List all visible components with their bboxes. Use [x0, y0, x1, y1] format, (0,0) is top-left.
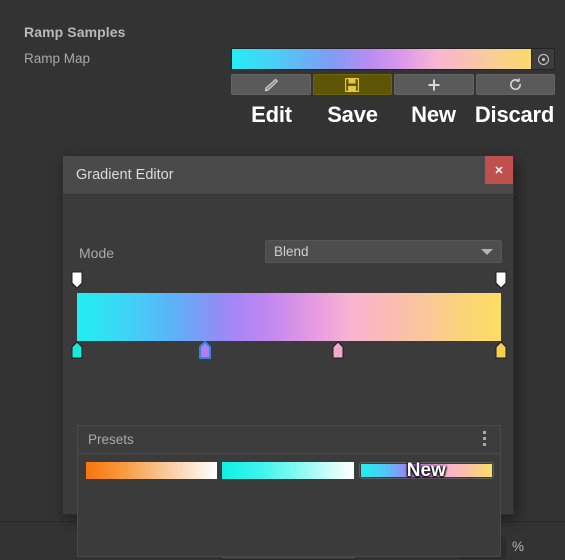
- floppy-disk-icon: [345, 77, 360, 92]
- caption-discard: Discard: [474, 102, 555, 127]
- color-stop-marker[interactable]: [199, 341, 212, 359]
- refresh-icon: [509, 77, 521, 90]
- alpha-stop-track[interactable]: [71, 271, 507, 293]
- ramp-map-object-picker-button[interactable]: [531, 49, 554, 69]
- mode-dropdown[interactable]: Blend: [265, 240, 502, 263]
- preset-item[interactable]: New: [358, 460, 494, 481]
- alpha-stop-marker[interactable]: [495, 271, 507, 289]
- caption-edit: Edit: [251, 102, 292, 127]
- toolbar-caption-row: Edit Save New Discard: [231, 100, 555, 130]
- caption-save: Save: [327, 102, 378, 127]
- gradient-editor-title: Gradient Editor: [76, 167, 174, 183]
- gradient-editor-dialog: Gradient Editor ✕ Mode Blend Color Loc: [62, 155, 524, 560]
- preset-gradient-swatch: [222, 462, 354, 479]
- color-stop-marker[interactable]: [495, 341, 507, 359]
- close-icon[interactable]: ✕: [485, 156, 513, 184]
- mode-dropdown-value: Blend: [274, 244, 309, 259]
- save-button[interactable]: [312, 74, 392, 95]
- presets-header: Presets: [78, 426, 500, 454]
- pencil-icon: [264, 78, 278, 91]
- presets-panel: Presets New: [77, 425, 501, 557]
- preset-gradient-swatch: [360, 464, 492, 477]
- gradient-editor-titlebar[interactable]: Gradient Editor ✕: [63, 156, 513, 195]
- section-header-ramp-samples: Ramp Samples: [24, 24, 126, 40]
- new-button[interactable]: [394, 74, 474, 95]
- mode-label: Mode: [79, 245, 115, 261]
- chevron-down-icon: [481, 249, 493, 255]
- property-label-ramp-map: Ramp Map: [24, 51, 91, 66]
- location-unit: %: [512, 539, 525, 554]
- target-dot-icon: [537, 53, 549, 65]
- presets-list: New: [86, 460, 494, 481]
- alpha-stop-marker[interactable]: [71, 271, 83, 289]
- ramp-toolbar: [231, 74, 555, 95]
- color-stop-marker[interactable]: [71, 341, 83, 359]
- ramp-map-gradient-preview: [232, 49, 531, 69]
- plus-icon: [428, 79, 440, 90]
- gradient-preview-strip[interactable]: [77, 293, 501, 341]
- kebab-menu-icon[interactable]: [476, 431, 492, 448]
- color-stop-marker[interactable]: [332, 341, 344, 359]
- edit-button[interactable]: [231, 74, 311, 95]
- ramp-map-field[interactable]: [231, 48, 555, 70]
- preset-item[interactable]: [86, 462, 218, 479]
- presets-title: Presets: [88, 432, 134, 447]
- preset-gradient-swatch: [86, 462, 218, 479]
- color-stop-track[interactable]: [71, 341, 507, 363]
- gradient-strip-area: [71, 271, 507, 363]
- gradient-editor-body: Mode Blend Color Location %: [63, 195, 524, 560]
- preset-item[interactable]: [222, 462, 354, 479]
- discard-button[interactable]: [475, 74, 555, 95]
- caption-new: New: [411, 102, 456, 127]
